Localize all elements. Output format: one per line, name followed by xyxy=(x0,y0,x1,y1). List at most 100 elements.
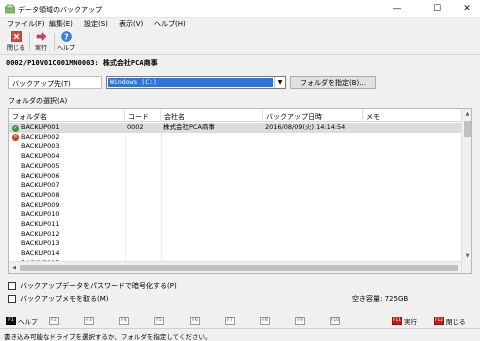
grid-body: ✓ BACKUP001 0002 株式会社PCA商事 2016/08/09(火) 14:… xyxy=(9,123,461,273)
table-row[interactable]: ✓ BACKUP001 0002 株式会社PCA商事 2016/08/09(火) 14:… xyxy=(9,123,461,133)
column-header-folder[interactable]: フォルダ名 xyxy=(9,109,125,122)
menu-view[interactable]: 表示(V) xyxy=(119,19,143,29)
fkey-badge: F8 xyxy=(260,316,270,325)
specify-folder-button[interactable]: フォルダを指定(B)... xyxy=(290,76,376,89)
fkey-label: 実行 xyxy=(404,317,417,326)
menu-bar: ファイル(F) 編集(E) 設定(S) 表示(V) ヘルプ(H) xyxy=(0,18,480,29)
memo-option[interactable]: バックアップメモを取る(M) xyxy=(8,294,109,304)
menu-file[interactable]: ファイル(F) xyxy=(7,19,45,29)
fkey-badge: F11 xyxy=(392,316,402,325)
vertical-scroll-thumb[interactable] xyxy=(464,121,471,137)
status-message: 書き込み可能なドライブを選択するか、フォルダを指定してください。 xyxy=(4,333,212,341)
fkey-f12[interactable]: F12 閉じる xyxy=(434,315,466,326)
close-tool-button[interactable]: 閉じる xyxy=(5,31,27,54)
run-arrow-icon xyxy=(36,31,46,42)
menu-settings[interactable]: 設定(S) xyxy=(84,19,108,29)
cell-folder-name: BACKUP012 xyxy=(21,229,60,238)
table-row[interactable]: BACKUP008 xyxy=(9,191,461,201)
fkey-f9[interactable]: F9 xyxy=(295,315,307,326)
table-row[interactable]: BACKUP003 xyxy=(9,142,461,152)
fkey-badge: F7 xyxy=(225,316,235,325)
toolbar-divider xyxy=(54,33,55,51)
backup-destination-combo[interactable]: Windows (C:) ▼ xyxy=(106,76,286,89)
cell-folder-name: BACKUP001 xyxy=(21,123,60,131)
backup-destination-label: バックアップ先(T) xyxy=(8,76,102,89)
fkey-f3[interactable]: F3 xyxy=(84,315,96,326)
menu-help[interactable]: ヘルプ(H) xyxy=(154,19,186,29)
free-space-readout: 空き容量: 725GB xyxy=(352,295,409,303)
function-key-bar: F1 ヘルプ F2 F3 F4 F5 F6 F7 F8 F9 F10 F11 実行 F12 閉じる xyxy=(0,314,480,328)
cell-folder-name: BACKUP013 xyxy=(21,239,60,248)
fkey-badge: F4 xyxy=(119,316,129,325)
cell-folder-name: BACKUP004 xyxy=(21,152,60,161)
maximize-button[interactable]: ☐ xyxy=(424,0,450,18)
horizontal-scrollbar[interactable]: ◀ xyxy=(9,261,461,273)
cell-folder-name: BACKUP009 xyxy=(21,200,60,209)
status-error-icon: ✕ xyxy=(12,134,19,142)
fkey-f8[interactable]: F8 xyxy=(260,315,272,326)
fkey-badge: F1 xyxy=(6,316,16,325)
memo-checkbox[interactable] xyxy=(8,295,16,303)
table-row[interactable]: BACKUP013 xyxy=(9,239,461,249)
status-ok-icon: ✓ xyxy=(12,124,19,132)
encrypt-option[interactable]: バックアップデータをパスワードで暗号化する(P) xyxy=(8,281,177,291)
column-header-date[interactable]: バックアップ日時 xyxy=(263,109,363,122)
memo-checkbox-label: バックアップメモを取る(M) xyxy=(20,295,109,303)
encrypt-checkbox[interactable] xyxy=(8,282,16,290)
table-row[interactable]: BACKUP012 xyxy=(9,230,461,240)
close-icon: ✕ xyxy=(463,4,471,14)
folder-select-label: フォルダの選択(A) xyxy=(8,97,68,105)
table-row[interactable]: BACKUP010 xyxy=(9,210,461,220)
fkey-f11[interactable]: F11 実行 xyxy=(392,315,417,326)
help-tool-button[interactable]: ? ヘルプ xyxy=(55,31,77,54)
toolbar: 閉じる 実行 ? ヘルプ xyxy=(0,29,480,55)
fkey-label: 閉じる xyxy=(446,317,466,326)
scroll-left-icon[interactable]: ◀ xyxy=(9,262,19,273)
table-row[interactable]: BACKUP009 xyxy=(9,201,461,211)
fkey-f2[interactable]: F2 xyxy=(49,315,61,326)
data-path-heading: 0002/P10V01C001MN0003: 株式会社PCA商事 xyxy=(6,59,158,67)
run-tool-label: 実行 xyxy=(34,45,47,52)
table-row[interactable]: BACKUP007 xyxy=(9,181,461,191)
cell-backup-date: 2016/08/09(火) 14:14:54 xyxy=(265,123,346,131)
maximize-icon: ☐ xyxy=(432,4,442,14)
minimize-icon: — xyxy=(392,4,402,14)
cell-folder-name: BACKUP002 xyxy=(21,132,60,141)
title-bar: データ領域のバックアップ — ☐ ✕ xyxy=(0,0,480,18)
fkey-f10[interactable]: F10 xyxy=(330,315,342,326)
fkey-label: ヘルプ xyxy=(18,317,38,326)
vertical-scrollbar[interactable]: ▲ ▼ xyxy=(461,109,471,273)
fkey-badge: F6 xyxy=(190,316,200,325)
table-row[interactable]: BACKUP011 xyxy=(9,220,461,230)
cell-code: 0002 xyxy=(127,123,144,131)
close-window-button[interactable]: ✕ xyxy=(454,0,480,18)
fkey-f4[interactable]: F4 xyxy=(119,315,131,326)
column-header-company[interactable]: 会社名 xyxy=(161,109,263,122)
fkey-f6[interactable]: F6 xyxy=(190,315,202,326)
column-header-memo[interactable]: メモ xyxy=(363,109,461,122)
svg-text:?: ? xyxy=(64,32,69,41)
cell-folder-name: BACKUP008 xyxy=(21,190,60,199)
menu-edit[interactable]: 編集(E) xyxy=(49,19,73,29)
fkey-f5[interactable]: F5 xyxy=(154,315,166,326)
table-row[interactable]: BACKUP005 xyxy=(9,162,461,172)
horizontal-scroll-thumb[interactable] xyxy=(20,265,458,271)
fkey-badge: F3 xyxy=(84,316,94,325)
scroll-up-icon[interactable]: ▲ xyxy=(462,109,471,119)
backup-folder-grid[interactable]: フォルダ名 コード 会社名 バックアップ日時 メモ ✓ BACKUP001 0002… xyxy=(8,108,472,274)
table-row[interactable]: BACKUP004 xyxy=(9,152,461,162)
fkey-f7[interactable]: F7 xyxy=(225,315,237,326)
window-title: データ領域のバックアップ xyxy=(18,6,102,14)
help-question-icon: ? xyxy=(60,31,72,42)
fkey-f1[interactable]: F1 ヘルプ xyxy=(6,315,38,326)
cell-folder-name: BACKUP010 xyxy=(21,210,60,219)
chevron-down-icon[interactable]: ▼ xyxy=(274,77,285,88)
run-tool-button[interactable]: 実行 xyxy=(30,31,52,54)
minimize-button[interactable]: — xyxy=(384,0,410,18)
table-row[interactable]: BACKUP014 xyxy=(9,249,461,259)
column-header-code[interactable]: コード xyxy=(125,109,161,122)
scroll-down-icon[interactable]: ▼ xyxy=(462,251,471,261)
table-row[interactable]: ✕ BACKUP002 xyxy=(9,133,461,143)
table-row[interactable]: BACKUP006 xyxy=(9,172,461,182)
cell-folder-name: BACKUP011 xyxy=(21,220,60,228)
